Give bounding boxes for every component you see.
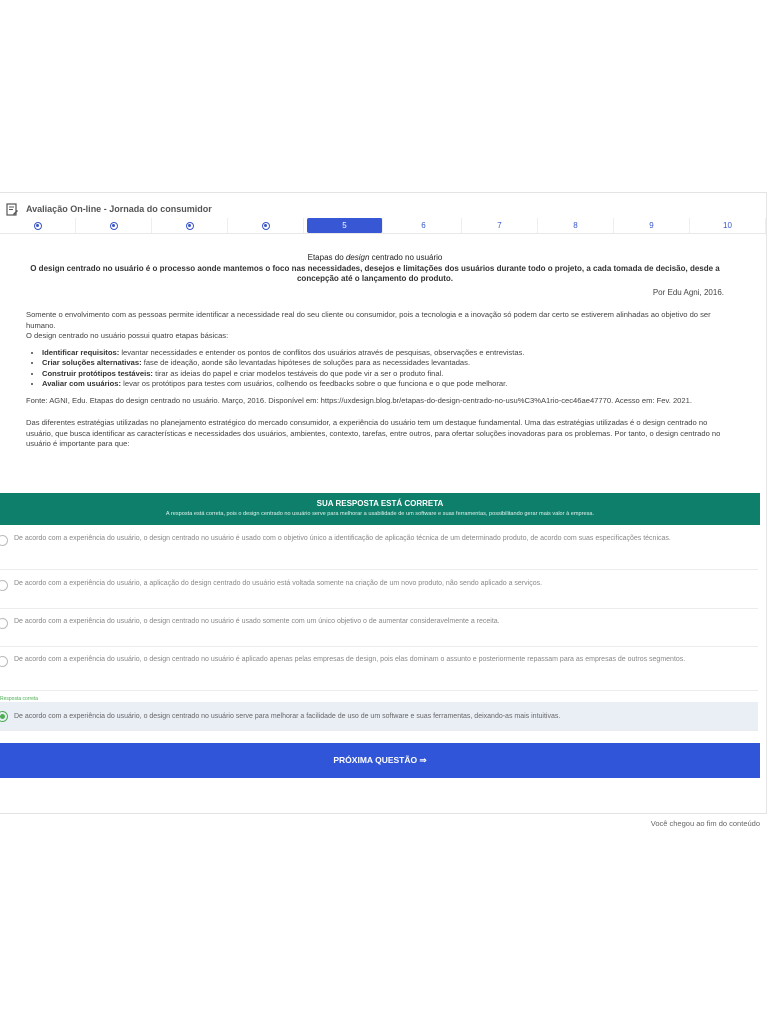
option-text: De acordo com a experiência do usuário, … <box>14 656 686 663</box>
assessment-title: Avaliação On-line - Jornada do consumido… <box>26 204 212 214</box>
list-item: Identificar requisitos: levantar necessi… <box>42 348 724 359</box>
steps-list: Identificar requisitos: levantar necessi… <box>26 348 724 390</box>
radio-icon[interactable] <box>0 656 8 667</box>
step-10[interactable]: 10 <box>690 218 766 233</box>
content-attribution: Por Edu Agni, 2016. <box>652 287 724 297</box>
end-of-content-text: Você chegou ao fim do conteúdo <box>650 819 760 828</box>
option-text: De acordo com a experiência do usuário, … <box>14 580 543 587</box>
answer-option-e[interactable]: De acordo com a experiência do usuário, … <box>0 702 758 731</box>
question-content: Etapas do design centrado no usuário O d… <box>26 253 724 450</box>
radio-icon[interactable] <box>0 618 8 629</box>
answer-option-c[interactable]: De acordo com a experiência do usuário, … <box>0 616 758 647</box>
completed-icon <box>261 221 270 230</box>
question-stepper: 5 6 7 8 9 10 <box>0 218 766 234</box>
answer-option-b[interactable]: De acordo com a experiência do usuário, … <box>0 578 758 609</box>
radio-icon[interactable] <box>0 535 8 546</box>
completed-icon <box>185 221 194 230</box>
option-text: De acordo com a experiência do usuário, … <box>14 618 500 625</box>
next-question-button[interactable]: PRÓXIMA QUESTÃO ⇒ <box>0 743 760 778</box>
feedback-title: SUA RESPOSTA ESTÁ CORRETA <box>316 499 444 508</box>
step-4[interactable] <box>228 218 304 233</box>
radio-selected-icon[interactable] <box>0 710 8 722</box>
feedback-banner: SUA RESPOSTA ESTÁ CORRETA A resposta est… <box>0 493 760 525</box>
step-5[interactable]: 5 <box>307 218 383 233</box>
list-item: Criar soluções alternativas: fase de ide… <box>42 358 724 369</box>
document-edit-icon <box>6 202 18 216</box>
radio-icon[interactable] <box>0 580 8 591</box>
list-item: Construir protótipos testáveis: tirar as… <box>42 369 724 380</box>
content-intro: O design centrado no usuário é o process… <box>30 263 720 284</box>
feedback-subtitle: A resposta está correta, pois o design c… <box>165 511 595 517</box>
step-1[interactable] <box>0 218 76 233</box>
content-title: Etapas do design centrado no usuário <box>307 253 443 262</box>
content-paragraph-1: Somente o envolvimento com as pessoas pe… <box>26 310 711 330</box>
option-text: De acordo com a experiência do usuário, … <box>14 712 561 720</box>
assessment-card: Avaliação On-line - Jornada do consumido… <box>0 192 767 814</box>
step-6[interactable]: 6 <box>386 218 462 233</box>
step-3[interactable] <box>152 218 228 233</box>
answer-option-d[interactable]: De acordo com a experiência do usuário, … <box>0 654 758 691</box>
question-statement: Das diferentes estratégias utilizadas no… <box>26 418 721 448</box>
content-source: Fonte: AGNI, Edu. Etapas do design centr… <box>26 395 692 405</box>
answer-option-a[interactable]: De acordo com a experiência do usuário, … <box>0 533 758 570</box>
step-9[interactable]: 9 <box>614 218 690 233</box>
content-paragraph-2: O design centrado no usuário possui quat… <box>26 331 229 340</box>
list-item: Avaliar com usuários: levar os protótipo… <box>42 379 724 390</box>
step-8[interactable]: 8 <box>538 218 614 233</box>
step-2[interactable] <box>76 218 152 233</box>
completed-icon <box>109 221 118 230</box>
option-text: De acordo com a experiência do usuário, … <box>14 535 671 542</box>
completed-icon <box>33 221 42 230</box>
assessment-header: Avaliação On-line - Jornada do consumido… <box>6 201 212 217</box>
step-7[interactable]: 7 <box>462 218 538 233</box>
